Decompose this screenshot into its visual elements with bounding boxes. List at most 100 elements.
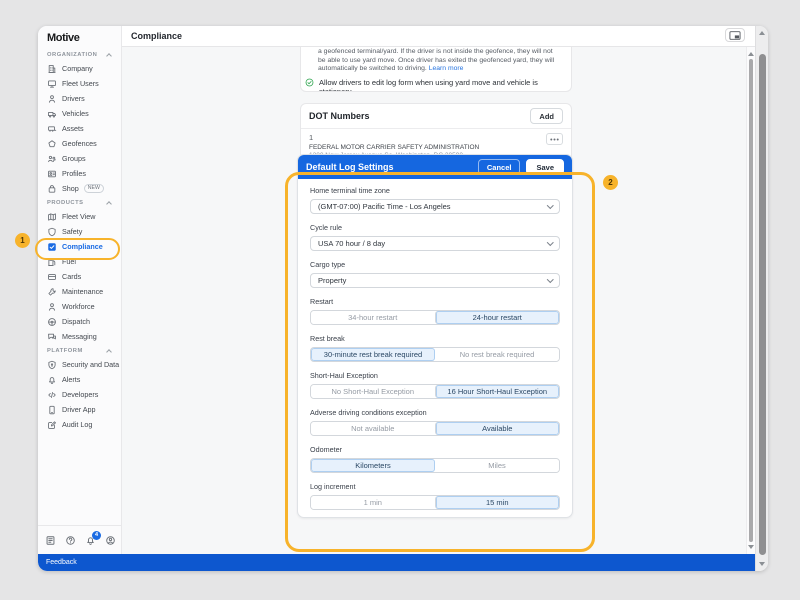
cancel-button[interactable]: Cancel: [478, 159, 521, 175]
chevron-up-icon: [106, 53, 112, 59]
browser-scroll-down-icon[interactable]: [759, 562, 765, 566]
sidebar-section-platform[interactable]: PLATFORM: [38, 344, 121, 357]
browser-scrollbar[interactable]: [755, 26, 768, 571]
security-icon: [47, 360, 57, 370]
vehicles-icon: [47, 109, 57, 119]
option-30-minute-rest-break-required[interactable]: 30-minute rest break required: [311, 348, 435, 361]
sidebar-item-audit-log[interactable]: Audit Log: [38, 417, 121, 432]
motive-logo: Motive: [47, 32, 121, 44]
chevron-up-icon: [106, 349, 112, 355]
sidebar-item-security-and-data[interactable]: Security and Data: [38, 357, 121, 372]
sidebar-item-assets[interactable]: Assets: [38, 121, 121, 136]
sidebar-section-organization[interactable]: ORGANIZATION: [38, 48, 121, 61]
annotation-step-1-badge: 1: [15, 233, 30, 248]
content-scrollbar-thumb[interactable]: [749, 59, 753, 542]
sidebar-item-safety[interactable]: Safety: [38, 224, 121, 239]
yard-move-edit-log-setting[interactable]: Allow drivers to edit log form when usin…: [305, 78, 561, 92]
sidebar-item-fuel[interactable]: Fuel: [38, 254, 121, 269]
sidebar-item-driver-app[interactable]: Driver App: [38, 402, 121, 417]
sidebar-item-compliance[interactable]: Compliance: [38, 239, 121, 254]
sidebar-item-label: Shop: [62, 184, 79, 193]
option-15-min[interactable]: 15 min: [435, 496, 560, 509]
option-kilometers[interactable]: Kilometers: [311, 459, 435, 472]
dot-numbers-title: DOT Numbers: [309, 111, 370, 121]
notifications-button[interactable]: 4: [85, 535, 96, 546]
learn-more-link[interactable]: Learn more: [429, 65, 464, 72]
help-button[interactable]: [65, 535, 76, 546]
sidebar-item-label: Geofences: [62, 139, 97, 148]
sidebar-item-label: Messaging: [62, 332, 97, 341]
browser-scroll-up-icon[interactable]: [759, 31, 765, 35]
sidebar-item-geofences[interactable]: Geofences: [38, 136, 121, 151]
sidebar-item-groups[interactable]: Groups: [38, 151, 121, 166]
scroll-up-arrow-icon[interactable]: [748, 52, 754, 56]
fleet-view-icon: [47, 212, 57, 222]
yard-move-card: a geofenced terminal/yard. If the driver…: [300, 45, 572, 92]
field-log-increment: Log increment1 min15 min: [310, 482, 560, 510]
sidebar-item-drivers[interactable]: Drivers: [38, 91, 121, 106]
option-no-rest-break-required[interactable]: No rest break required: [435, 348, 559, 361]
select-value: USA 70 hour / 8 day: [318, 239, 548, 248]
option-not-available[interactable]: Not available: [311, 422, 435, 435]
option-miles[interactable]: Miles: [435, 459, 559, 472]
option-34-hour-restart[interactable]: 34-hour restart: [311, 311, 435, 324]
ellipsis-icon: [550, 138, 559, 141]
cycle-rule-select[interactable]: USA 70 hour / 8 day: [310, 236, 560, 251]
account-button[interactable]: [105, 535, 116, 546]
option-no-short-haul-exception[interactable]: No Short-Haul Exception: [311, 385, 435, 398]
sidebar-item-label: Driver App: [62, 405, 96, 414]
profiles-icon: [47, 169, 57, 179]
page-header: Compliance: [122, 26, 755, 47]
sidebar-item-profiles[interactable]: Profiles: [38, 166, 121, 181]
sidebar-item-dispatch[interactable]: Dispatch: [38, 314, 121, 329]
select-value: (GMT-07:00) Pacific Time - Los Angeles: [318, 202, 548, 211]
sidebar-item-label: Groups: [62, 154, 86, 163]
field-label: Home terminal time zone: [310, 186, 560, 195]
rest-break-toggle: 30-minute rest break requiredNo rest bre…: [310, 347, 560, 362]
sidebar-item-maintenance[interactable]: Maintenance: [38, 284, 121, 299]
sidebar-item-developers[interactable]: Developers: [38, 387, 121, 402]
field-label: Cycle rule: [310, 223, 560, 232]
check-circle-icon: [305, 78, 314, 87]
sidebar-item-vehicles[interactable]: Vehicles: [38, 106, 121, 121]
option-24-hour-restart[interactable]: 24-hour restart: [435, 311, 560, 324]
main-area: Compliance a geofenced terminal/yard. If…: [122, 26, 755, 571]
sidebar-item-fleet-view[interactable]: Fleet View: [38, 209, 121, 224]
option-16-hour-short-haul-exception[interactable]: 16 Hour Short-Haul Exception: [435, 385, 560, 398]
browser-scrollbar-thumb[interactable]: [759, 54, 766, 555]
audit-log-icon: [47, 420, 57, 430]
cargo-type-select[interactable]: Property: [310, 273, 560, 288]
home-terminal-time-zone-select[interactable]: (GMT-07:00) Pacific Time - Los Angeles: [310, 199, 560, 214]
notification-count-badge: 4: [92, 531, 101, 540]
sidebar-item-messaging[interactable]: Messaging: [38, 329, 121, 344]
sidebar-item-workforce[interactable]: Workforce: [38, 299, 121, 314]
sidebar-item-cards[interactable]: Cards: [38, 269, 121, 284]
page-title: Compliance: [131, 31, 755, 41]
fleet-users-icon: [47, 79, 57, 89]
sidebar-item-label: Drivers: [62, 94, 85, 103]
feedback-bar[interactable]: Feedback: [38, 554, 755, 571]
assets-icon: [47, 124, 57, 134]
option-1-min[interactable]: 1 min: [311, 496, 435, 509]
sidebar-item-shop[interactable]: ShopNEW: [38, 181, 121, 196]
content-scrollbar[interactable]: [746, 47, 755, 554]
picture-in-picture-button[interactable]: [725, 28, 745, 42]
sidebar-section-products[interactable]: PRODUCTS: [38, 196, 121, 209]
option-available[interactable]: Available: [435, 422, 560, 435]
sidebar-item-fleet-users[interactable]: Fleet Users: [38, 76, 121, 91]
sidebar-item-company[interactable]: Company: [38, 61, 121, 76]
workforce-icon: [47, 302, 57, 312]
save-button[interactable]: Save: [526, 159, 564, 175]
scroll-down-arrow-icon[interactable]: [748, 545, 754, 549]
add-dot-number-button[interactable]: Add: [530, 108, 563, 124]
dot-number-menu-button[interactable]: [546, 133, 563, 145]
app-window: Compliance a geofenced terminal/yard. If…: [38, 26, 768, 571]
news-button[interactable]: [45, 535, 56, 546]
sidebar-item-label: Compliance: [62, 242, 103, 251]
maintenance-icon: [47, 287, 57, 297]
sidebar-item-label: Cards: [62, 272, 81, 281]
sidebar-item-label: Vehicles: [62, 109, 89, 118]
dot-number-index: 1: [309, 133, 563, 142]
sidebar-item-alerts[interactable]: Alerts: [38, 372, 121, 387]
sidebar-item-label: Fleet View: [62, 212, 95, 221]
